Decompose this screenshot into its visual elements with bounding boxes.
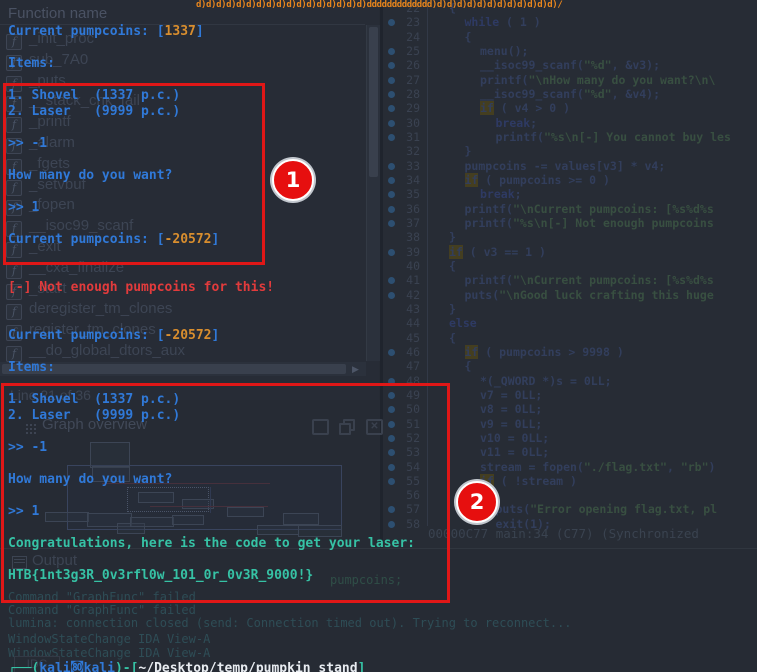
shell-prompt[interactable]: ┌──(kali㉏kali)-[~/Desktop/temp/pumpkin_s… [8, 629, 365, 672]
functions-header: Function name [8, 5, 107, 22]
terminal-line [8, 344, 628, 360]
annotation-box-2 [1, 383, 450, 603]
terminal-line [8, 312, 628, 328]
prompt-path: ~/Desktop/temp/pumpkin_stand [138, 661, 357, 672]
terminal-line [8, 296, 628, 312]
terminal-line: [-] Not enough pumpcoins for this! [8, 280, 628, 296]
terminal-line: Current pumpcoins: [-20572] [8, 328, 628, 344]
screen: Function name f_init_procfsub_7A0f_putsf… [0, 0, 757, 672]
prompt-line-1: ┌──(kali㉏kali)-[~/Desktop/temp/pumpkin_s… [8, 661, 365, 672]
output-log-line: Command "GraphFunc" failed [8, 603, 196, 617]
terminal-line: Items: [8, 360, 628, 376]
terminal-line: Items: [8, 56, 628, 72]
prompt-frame: ┌──( [8, 661, 39, 672]
terminal-line: Current pumpcoins: [1337] [8, 24, 628, 40]
annotation-badge-1: 1 [272, 159, 314, 201]
terminal-line [8, 40, 628, 56]
annotation-badge-2: 2 [456, 481, 498, 523]
terminal-line [8, 264, 628, 280]
prompt-frame: ] [358, 661, 366, 672]
terminal-ascii-banner: d)d)d)d)d)d)d)d)d)d)d)d)d)d)d)d)d)dddddd… [196, 0, 562, 10]
output-log-line: lumina: connection closed (send: Connect… [8, 616, 572, 630]
prompt-user-host: kali㉏kali [39, 661, 115, 672]
prompt-frame: )-[ [115, 661, 138, 672]
annotation-box-1 [3, 83, 265, 265]
